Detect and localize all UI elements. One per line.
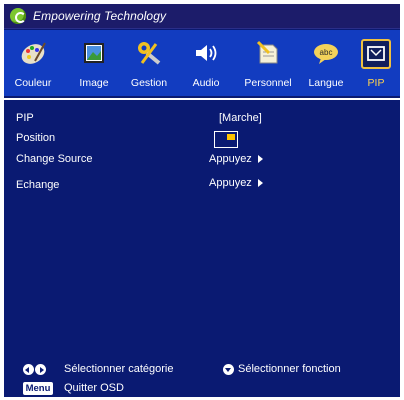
title-bar: Empowering Technology [4, 4, 400, 29]
right-key-icon [35, 364, 46, 375]
select-category-hint: Sélectionner catégorie [64, 363, 174, 375]
position-indicator-icon[interactable] [214, 131, 238, 148]
tab-personnel[interactable]: Personnel [237, 30, 299, 96]
down-key-icon [223, 364, 234, 375]
svg-text:abc: abc [320, 48, 333, 57]
setting-position-label[interactable]: Position [16, 132, 55, 144]
pip-window-marker [227, 134, 235, 140]
tab-label: Langue [308, 77, 344, 89]
pip-window-icon [361, 39, 391, 69]
header-title: Empowering Technology [33, 9, 167, 23]
tab-label: Personnel [244, 77, 292, 89]
tools-icon [138, 42, 161, 65]
document-pen-icon [256, 40, 278, 64]
setting-pip-value[interactable]: [Marche] [219, 112, 262, 124]
divider [4, 98, 400, 100]
press-label: Appuyez [209, 153, 252, 165]
setting-echange-label[interactable]: Echange [16, 179, 59, 191]
left-key-icon [23, 364, 34, 375]
picture-icon [84, 43, 104, 63]
tab-label: Gestion [130, 77, 168, 89]
palette-icon [21, 42, 46, 64]
select-function-hint: Sélectionner fonction [238, 363, 341, 375]
setting-pip-label[interactable]: PIP [16, 112, 34, 124]
tab-label: Couleur [14, 77, 52, 89]
tab-label: PIP [367, 77, 385, 89]
tab-label: Image [79, 77, 109, 89]
press-label: Appuyez [209, 177, 252, 189]
category-tab-bar: Couleur Image Gestion Audio Personnel ab… [4, 30, 400, 96]
speaker-icon [196, 45, 217, 61]
footer-quit: Menu Quitter OSD [4, 381, 400, 397]
arrow-right-icon [257, 155, 263, 164]
setting-change-source-label[interactable]: Change Source [16, 153, 92, 165]
osd-window: Empowering Technology Couleur Image Gest… [4, 4, 400, 397]
tab-gestion[interactable]: Gestion [122, 30, 176, 96]
e-logo-icon [10, 8, 26, 24]
tab-couleur[interactable]: Couleur [6, 30, 60, 96]
speech-bubble-abc-icon: abc [314, 44, 338, 64]
footer-hints: Sélectionner catégorie Sélectionner fonc… [4, 361, 400, 379]
tab-langue[interactable]: abc Langue [299, 30, 353, 96]
arrow-right-icon [257, 179, 263, 188]
menu-key-badge: Menu [23, 382, 53, 395]
tab-pip[interactable]: PIP [352, 30, 400, 96]
tab-label: Audio [192, 77, 220, 89]
setting-change-source-value[interactable]: Appuyez [209, 153, 263, 165]
setting-echange-value[interactable]: Appuyez [209, 177, 263, 189]
left-right-keys-icon [23, 364, 47, 376]
quit-osd-hint: Quitter OSD [64, 382, 124, 394]
tab-image[interactable]: Image [67, 30, 121, 96]
tab-audio[interactable]: Audio [179, 30, 233, 96]
